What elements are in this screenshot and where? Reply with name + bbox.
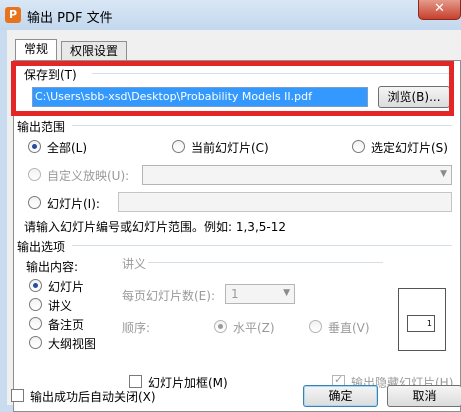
content-slides-radio[interactable] [29,279,42,292]
handout-title: 讲义 [122,257,147,271]
order-vertical-label: 垂直(V) [328,321,370,335]
range-custom-radio[interactable] [28,168,41,181]
handout-divider [148,262,383,263]
order-label: 顺序: [122,321,151,335]
content-handout-radio[interactable] [29,298,42,311]
dialog-body: 常规 权限设置 保存到(T) C:\Users\sbb-xsd\Desktop\… [7,30,461,412]
wps-app-icon: P [5,7,21,23]
title-bar: P 输出 PDF 文件 ✕ [0,0,461,30]
range-hint: 请输入幻灯片编号或幻灯片范围。例如: 1,3,5-12 [24,220,286,234]
range-selected-label: 选定幻灯片(S) [371,141,448,155]
general-panel: 保存到(T) C:\Users\sbb-xsd\Desktop\Probabil… [11,60,461,412]
slides-range-input[interactable] [118,192,452,212]
tab-permissions-label: 权限设置 [70,44,119,58]
range-current-label: 当前幻灯片(C) [191,141,269,155]
per-page-value: 1 [231,287,239,301]
tab-general[interactable]: 常规 [15,39,58,61]
range-slides-label: 幻灯片(I): [47,197,100,211]
range-title: 输出范围 [17,120,66,134]
tab-general-label: 常规 [24,42,49,56]
tab-permissions[interactable]: 权限设置 [61,41,128,61]
auto-close-label: 输出成功后自动关闭(X) [30,390,156,404]
frame-slides-label: 幻灯片加框(M) [148,376,228,390]
per-page-label: 每页幻灯片数(E): [122,289,215,303]
custom-show-select[interactable]: ▼ [142,165,452,185]
chevron-down-icon: ▼ [440,169,447,179]
options-divider [72,245,452,246]
range-custom-label: 自定义放映(U): [47,169,130,183]
order-horizontal-label: 水平(Z) [233,321,275,335]
range-all-label: 全部(L) [47,141,88,155]
content-outline-label: 大纲视图 [48,337,97,351]
per-page-select[interactable]: 1 ▼ [225,284,295,304]
content-slides-label: 幻灯片 [48,280,85,294]
range-selected-radio[interactable] [352,140,365,153]
highlight-annotation [11,61,454,116]
content-notes-radio[interactable] [29,317,42,330]
content-outline-radio[interactable] [29,336,42,349]
window-title: 输出 PDF 文件 [27,11,113,26]
preview-slide: 1 [407,315,435,332]
content-handout-label: 讲义 [48,299,73,313]
close-icon: ✕ [434,1,445,16]
page-preview: 1 [398,288,446,351]
range-divider [72,125,452,126]
range-slides-radio[interactable] [28,196,41,209]
chevron-down-icon: ▼ [283,288,290,298]
content-label: 输出内容: [26,260,79,274]
auto-close-checkbox[interactable] [11,389,24,402]
content-notes-label: 备注页 [48,318,85,332]
range-current-radio[interactable] [172,140,185,153]
options-title: 输出选项 [17,240,66,254]
cancel-button[interactable]: 取消 [387,385,461,407]
range-all-radio[interactable] [28,140,41,153]
order-vertical-radio[interactable] [309,320,322,333]
frame-slides-checkbox[interactable] [129,375,142,388]
order-horizontal-radio[interactable] [214,320,227,333]
close-button[interactable]: ✕ [418,0,461,20]
ok-button[interactable]: 确定 [303,385,378,407]
